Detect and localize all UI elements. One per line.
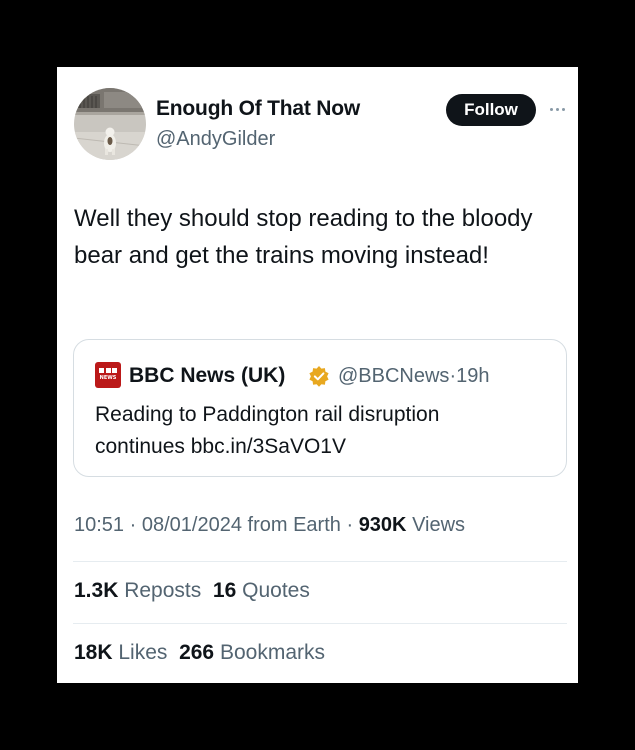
views-count: 930K (358, 514, 407, 536)
quotes-count: 16 (212, 579, 237, 602)
avatar[interactable] (74, 88, 146, 160)
tweet-text: Well they should stop reading to the blo… (74, 205, 533, 269)
views-label: Views (412, 514, 466, 536)
more-horizontal-icon[interactable] (545, 99, 569, 119)
bookmarks-link[interactable]: 266 Bookmarks (179, 641, 325, 664)
tweet-meta: 10:51 · 08/01/2024 from Earth · 930K Vie… (74, 514, 465, 537)
follow-button[interactable]: Follow (446, 94, 536, 126)
quoted-age: 19h (456, 365, 490, 387)
author-handle[interactable]: @AndyGilder (156, 128, 275, 151)
tweet-source: from Earth (247, 514, 341, 536)
tweet-card: Enough Of That Now @AndyGilder Follow We… (57, 67, 578, 683)
author-name[interactable]: Enough Of That Now (156, 97, 360, 121)
divider (73, 623, 567, 624)
tweet-date[interactable]: 08/01/2024 (142, 514, 242, 536)
quoted-handle: @BBCNews (338, 365, 450, 387)
quoted-text: Reading to Paddington rail disruption co… (95, 403, 440, 458)
likes-count: 18K (74, 641, 113, 664)
like-bookmark-stats: 18K Likes 266 Bookmarks (74, 641, 325, 665)
logo-text: NEWS (99, 375, 117, 381)
tweet-time[interactable]: 10:51 (74, 514, 124, 536)
quotes-link[interactable]: 16 Quotes (213, 579, 310, 602)
quoted-author-name: BBC News (UK) (129, 364, 286, 387)
avatar-image (74, 88, 146, 160)
separator: · (129, 514, 137, 536)
reposts-link[interactable]: 1.3K Reposts (74, 579, 201, 602)
reposts-count: 1.3K (74, 579, 119, 602)
bbc-news-logo-icon: NEWS (95, 362, 121, 388)
likes-link[interactable]: 18K Likes (74, 641, 167, 664)
bookmarks-count: 266 (179, 641, 215, 664)
separator: · (346, 514, 354, 536)
quotes-label: Quotes (242, 579, 310, 602)
quoted-tweet[interactable]: NEWS BBC News (UK) @BBCNews·19h Reading … (73, 339, 567, 477)
verified-badge-icon (309, 366, 329, 387)
reposts-label: Reposts (124, 579, 202, 602)
divider (73, 561, 567, 562)
repost-quote-stats: 1.3K Reposts 16 Quotes (74, 579, 310, 603)
quoted-handle-time: @BBCNews·19h (338, 365, 489, 388)
bookmarks-label: Bookmarks (219, 641, 325, 664)
likes-label: Likes (118, 641, 168, 664)
